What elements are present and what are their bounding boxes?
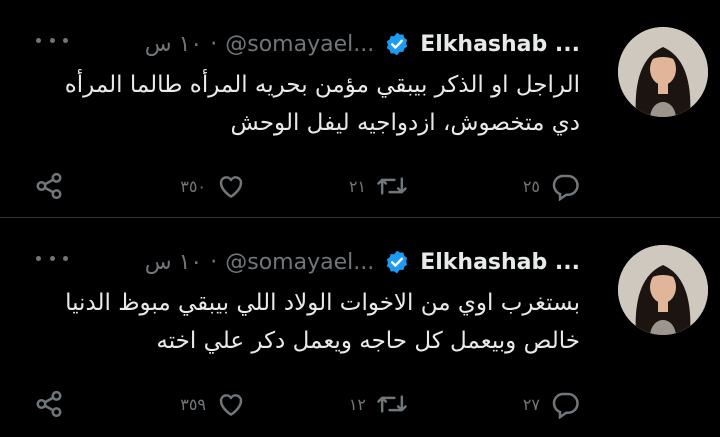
retweet-button[interactable]: ٢١	[349, 166, 408, 206]
share-icon	[34, 171, 64, 201]
tweet-header: Elkhashab ... @somayael... · ١٠ س	[145, 242, 580, 282]
reply-button[interactable]: ٢٧	[523, 384, 580, 424]
tweet-card[interactable]: Elkhashab ... @somayael... · ١٠ س الراجل…	[0, 0, 720, 218]
author-handle[interactable]: @somayael...	[225, 32, 374, 57]
like-count: ٣٥٠	[180, 176, 206, 196]
like-icon	[216, 171, 246, 201]
separator-dot: ·	[210, 31, 218, 57]
tweet-time[interactable]: ١٠ س	[145, 32, 203, 57]
retweet-icon	[376, 171, 408, 201]
avatar[interactable]	[618, 245, 708, 335]
like-button[interactable]: ٣٥٩	[180, 384, 246, 424]
more-icon[interactable]	[36, 246, 68, 270]
verified-badge-icon	[384, 249, 410, 275]
share-icon	[34, 389, 64, 419]
retweet-button[interactable]: ١٢	[349, 384, 408, 424]
reply-icon	[550, 389, 580, 419]
verified-badge-icon	[384, 31, 410, 57]
like-button[interactable]: ٣٥٠	[180, 166, 246, 206]
tweet-header: Elkhashab ... @somayael... · ١٠ س	[145, 24, 580, 64]
retweet-count: ١٢	[348, 394, 366, 414]
reply-count: ٢٧	[522, 394, 540, 414]
separator-dot: ·	[210, 249, 218, 275]
author-handle[interactable]: @somayael...	[225, 250, 374, 275]
retweet-count: ٢١	[348, 176, 366, 196]
more-icon[interactable]	[36, 28, 68, 52]
reply-count: ٢٥	[522, 176, 540, 196]
reply-button[interactable]: ٢٥	[523, 166, 580, 206]
avatar[interactable]	[618, 27, 708, 117]
tweet-text: الراجل او الذكر بيبقي مؤمن بحريه المرأه …	[64, 72, 580, 136]
tweet-time[interactable]: ١٠ س	[145, 250, 203, 275]
tweet-actions: ٢٧ ١٢ ٣٥٩	[0, 384, 720, 424]
author-name[interactable]: Elkhashab ...	[420, 250, 580, 275]
like-icon	[216, 389, 246, 419]
share-button[interactable]	[34, 166, 64, 206]
tweet-actions: ٢٥ ٢١ ٣٥٠	[0, 166, 720, 206]
tweet-card[interactable]: Elkhashab ... @somayael... · ١٠ س بستغرب…	[0, 218, 720, 437]
retweet-icon	[376, 389, 408, 419]
like-count: ٣٥٩	[180, 394, 206, 414]
tweet-text: بستغرب اوي من الاخوات الولاد اللي بيبقي …	[65, 290, 580, 354]
share-button[interactable]	[34, 384, 64, 424]
author-name[interactable]: Elkhashab ...	[420, 32, 580, 57]
reply-icon	[550, 171, 580, 201]
